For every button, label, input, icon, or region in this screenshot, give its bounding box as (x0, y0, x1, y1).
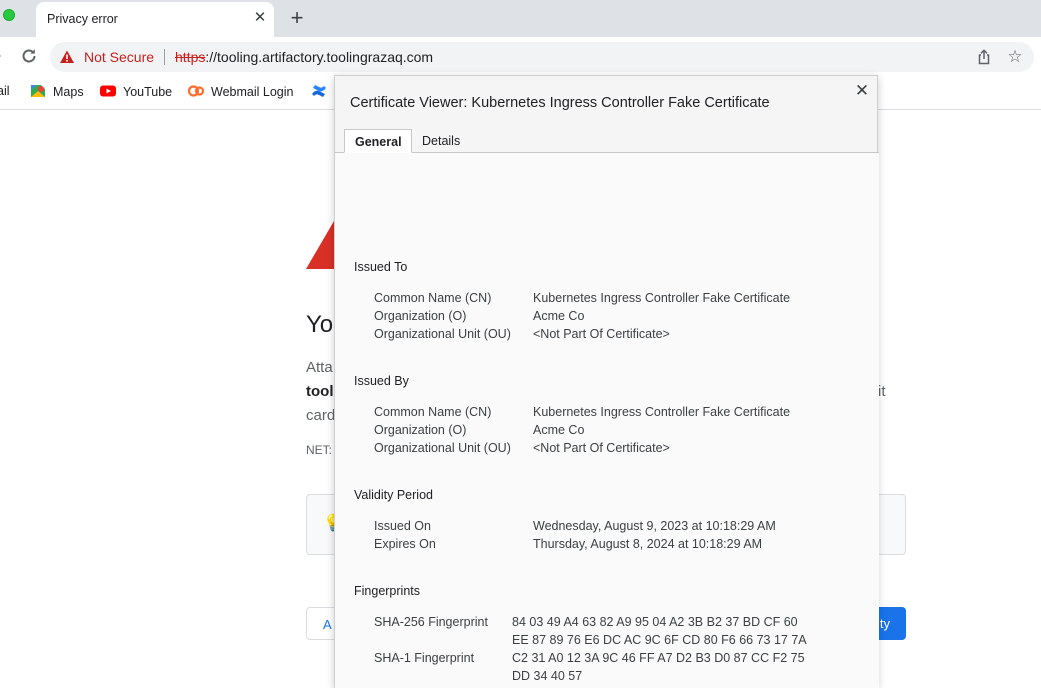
close-icon[interactable]: ✕ (853, 82, 871, 100)
warning-icon[interactable] (59, 49, 75, 65)
field-value: Kubernetes Ingress Controller Fake Certi… (533, 291, 791, 305)
sha256-fingerprint-value: 84 03 49 A4 63 82 A9 95 04 A2 3B B2 37 B… (512, 615, 798, 629)
field-value: Acme Co (533, 309, 585, 323)
back-to-safety-label: ty (879, 616, 890, 631)
new-tab-button[interactable]: + (286, 7, 308, 29)
page-text: card (306, 407, 336, 424)
tab-details-label: Details (422, 134, 461, 148)
field-label: SHA-256 Fingerprint (374, 615, 488, 629)
section-heading: Issued By (354, 374, 409, 388)
field-label: Organizational Unit (OU) (374, 441, 511, 455)
tab-close-icon[interactable]: ✕ (251, 9, 269, 27)
dialog-title: Certificate Viewer: Kubernetes Ingress C… (350, 95, 770, 111)
bookmark-youtube-label: YouTube (123, 85, 173, 99)
section-heading: Issued To (354, 260, 408, 274)
url-host: ://tooling.artifactory.toolingrazaq.com (205, 49, 434, 65)
bookmark-confluence[interactable] (311, 84, 334, 99)
section-heading: Validity Period (354, 488, 433, 502)
tab-strip: Privacy error ✕ + (0, 0, 1041, 37)
bookmark-youtube[interactable]: YouTube (100, 84, 172, 99)
section-heading: Fingerprints (354, 584, 420, 598)
field-value: Acme Co (533, 423, 585, 437)
bookmark-webmail-label: Webmail Login (211, 85, 294, 99)
sha1-fingerprint-value: DD 34 40 57 (512, 669, 583, 683)
window-zoom-button[interactable] (3, 9, 15, 21)
sha1-fingerprint-value: C2 31 A0 12 3A 9C 46 FF A7 D2 B3 D0 87 C… (512, 651, 805, 665)
bookmark-webmail[interactable]: Webmail Login (188, 84, 293, 99)
tab-general-label: General (355, 135, 402, 149)
bookmark-gmail[interactable]: ail (0, 84, 10, 98)
not-secure-label[interactable]: Not Secure (84, 49, 154, 65)
browser-tab[interactable]: Privacy error ✕ (36, 2, 274, 37)
browser-toolbar: › Not Secure https://tooling.artifactory… (0, 37, 1041, 77)
cpanel-icon (188, 85, 204, 97)
bookmark-star-icon[interactable]: ☆ (1005, 47, 1025, 67)
forward-arrow-icon[interactable]: › (0, 47, 8, 67)
field-label: Issued On (374, 519, 431, 533)
omnibox-divider (164, 49, 165, 65)
page-heading: Yo (306, 311, 334, 338)
field-value: <Not Part Of Certificate> (533, 327, 670, 341)
share-icon[interactable] (975, 48, 993, 66)
general-tab-content: Issued To Common Name (CN) Kubernetes In… (335, 153, 879, 688)
field-value: <Not Part Of Certificate> (533, 441, 670, 455)
url-scheme: https (175, 49, 206, 65)
field-label: SHA-1 Fingerprint (374, 651, 475, 665)
tab-title: Privacy error (47, 12, 118, 26)
page-domain-text: tool (306, 383, 334, 400)
bookmark-maps-label: Maps (53, 85, 84, 99)
page-text: Atta (306, 359, 333, 376)
field-label: Expires On (374, 537, 436, 551)
field-label: Organization (O) (374, 309, 467, 323)
sha256-fingerprint-value: EE 87 89 76 E6 DC AC 9C 6F CD 80 F6 66 7… (512, 633, 807, 647)
bookmark-maps[interactable]: Maps (30, 84, 84, 99)
page-text-end: it (878, 383, 886, 400)
reload-icon[interactable] (19, 46, 39, 66)
field-label: Common Name (CN) (374, 291, 492, 305)
advanced-button-label: A (323, 617, 332, 632)
tab-details[interactable]: Details (413, 129, 473, 153)
error-code: NET: (306, 443, 333, 457)
field-label: Organizational Unit (OU) (374, 327, 511, 341)
maps-icon (31, 85, 45, 97)
address-bar[interactable]: Not Secure https://tooling.artifactory.t… (50, 42, 1034, 72)
certificate-viewer-dialog: Certificate Viewer: Kubernetes Ingress C… (334, 75, 879, 688)
url-text[interactable]: https://tooling.artifactory.toolingrazaq… (175, 49, 433, 65)
tab-general[interactable]: General (344, 129, 412, 153)
field-value: Wednesday, August 9, 2023 at 10:18:29 AM (533, 519, 776, 533)
field-label: Organization (O) (374, 423, 467, 437)
youtube-icon (100, 85, 116, 97)
field-value: Kubernetes Ingress Controller Fake Certi… (533, 405, 791, 419)
field-value: Thursday, August 8, 2024 at 10:18:29 AM (533, 537, 763, 551)
confluence-icon (312, 85, 326, 97)
field-label: Common Name (CN) (374, 405, 492, 419)
